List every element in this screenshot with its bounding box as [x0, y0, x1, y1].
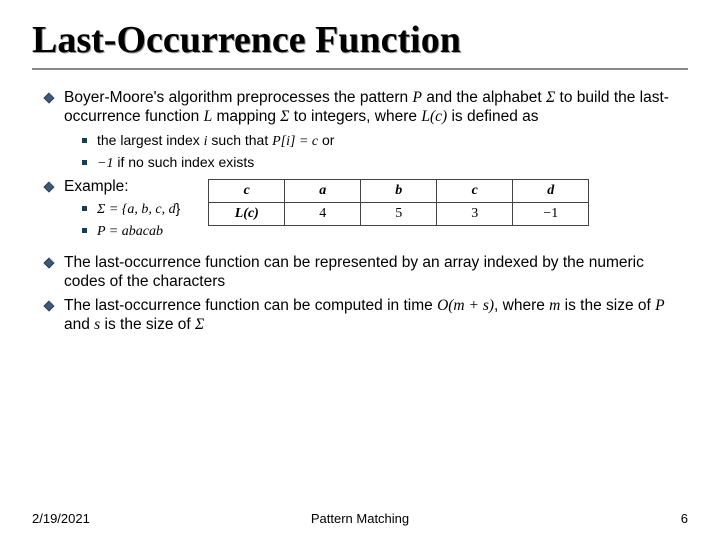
bullet-4: The last-occurrence function can be comp…	[42, 296, 678, 335]
td-c: 3	[437, 203, 513, 226]
sym-Lc: L(c)	[421, 108, 447, 125]
t: is the size of	[560, 297, 655, 314]
bullet-3-text: The last-occurrence function can be repr…	[64, 253, 678, 292]
square-icon	[82, 160, 87, 165]
t: the largest index	[97, 132, 204, 148]
sym-P: P	[412, 89, 421, 106]
td-d: −1	[513, 203, 589, 226]
t: abacab	[122, 224, 163, 239]
table-row: L(c) 4 5 3 −1	[209, 203, 589, 226]
bullet-4-text: The last-occurrence function can be comp…	[64, 296, 678, 335]
title-underline	[32, 68, 688, 70]
sym-L: L	[204, 108, 213, 125]
t: and	[64, 316, 94, 333]
footer-topic: Pattern Matching	[32, 511, 688, 526]
t: Boyer-Moore's algorithm preprocesses the…	[64, 89, 412, 106]
t: Σ = {	[97, 202, 127, 217]
subbullet-2: −1 if no such index exists	[82, 153, 678, 173]
subbullet-1-text: the largest index i such that P[i] = c o…	[97, 131, 334, 151]
sym-neg1: −1	[97, 156, 113, 171]
square-icon	[82, 138, 87, 143]
last-occurrence-table: c a b c d L(c) 4 5 3 −1	[208, 179, 589, 226]
sym-m: m	[549, 297, 560, 314]
bullet-example: Example: Σ = {a, b, c, d} P = abacab c	[42, 177, 678, 243]
example-P-text: P = abacab	[97, 221, 163, 241]
sym-sigma: Σ	[546, 89, 555, 106]
t: The last-occurrence function can be comp…	[64, 297, 437, 314]
bullet-1: Boyer-Moore's algorithm preprocesses the…	[42, 88, 678, 127]
sym-P: P	[655, 297, 664, 314]
t: mapping	[212, 108, 280, 125]
square-icon	[82, 206, 87, 211]
bullet-1-text: Boyer-Moore's algorithm preprocesses the…	[64, 88, 678, 127]
t: P =	[97, 224, 122, 239]
th-d: d	[513, 180, 589, 203]
slide-footer: 2/19/2021 Pattern Matching 6	[32, 511, 688, 526]
diamond-icon	[42, 256, 56, 275]
sym-Pic: P[i] = c	[272, 134, 318, 149]
sym-sigma: Σ	[280, 108, 289, 125]
diamond-icon	[42, 180, 56, 243]
t: is defined as	[447, 108, 538, 125]
sym-Oms: O(m + s)	[437, 297, 494, 314]
t: or	[318, 132, 334, 148]
th-c2: c	[437, 180, 513, 203]
td-b: 5	[361, 203, 437, 226]
slide-title: Last-Occurrence Function	[32, 18, 688, 62]
diamond-icon	[42, 91, 56, 110]
diamond-icon	[42, 299, 56, 318]
t: and the alphabet	[422, 89, 546, 106]
example-sigma-text: Σ = {a, b, c, d}	[97, 199, 180, 219]
subbullet-2-text: −1 if no such index exists	[97, 153, 254, 173]
table-row: c a b c d	[209, 180, 589, 203]
t: to integers, where	[290, 108, 422, 125]
th-c: c	[209, 180, 285, 203]
subbullet-1: the largest index i such that P[i] = c o…	[82, 131, 678, 151]
t: is the size of	[100, 316, 195, 333]
slide-body: Boyer-Moore's algorithm preprocesses the…	[32, 88, 688, 334]
example-P: P = abacab	[82, 221, 180, 241]
t: , where	[494, 297, 549, 314]
bullet-3: The last-occurrence function can be repr…	[42, 253, 678, 292]
square-icon	[82, 228, 87, 233]
td-Lc: L(c)	[209, 203, 285, 226]
t: }	[176, 200, 181, 216]
th-b: b	[361, 180, 437, 203]
example-sigma: Σ = {a, b, c, d}	[82, 199, 180, 219]
sym-sigma: Σ	[195, 316, 204, 333]
td-a: 4	[285, 203, 361, 226]
t: a, b, c, d	[127, 202, 175, 217]
t: if no such index exists	[113, 154, 254, 170]
example-label: Example:	[64, 177, 180, 196]
t: such that	[208, 132, 273, 148]
th-a: a	[285, 180, 361, 203]
